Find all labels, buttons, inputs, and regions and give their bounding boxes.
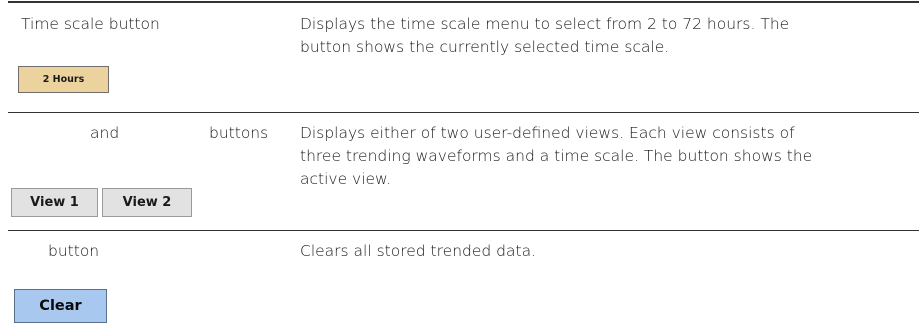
row-label: Time scale button [21,15,160,33]
view-1-button[interactable]: View 1 [11,188,98,217]
row-description: Clears all stored trended data. [300,240,536,263]
clear-button[interactable]: Clear [14,289,107,323]
row-divider [8,230,919,231]
description-line: three trending waveforms and a time scal… [300,147,813,165]
row-divider [8,112,919,113]
view-2-button[interactable]: View 2 [102,188,192,217]
row-label: button [48,242,100,260]
description-line: Displays either of two user-defined view… [300,124,795,142]
row-description: Displays either of two user-defined view… [300,122,812,191]
description-line: button shows the currently selected time… [300,38,670,56]
row-description: Displays the time scale menu to select f… [300,13,789,59]
description-line: Clears all stored trended data. [300,242,536,260]
time-scale-button[interactable]: 2 Hours [18,66,109,93]
table-top-rule [8,1,919,3]
description-line: active view. [300,170,392,188]
row-label-buttons: buttons [209,124,269,142]
row-label-and: and [90,124,120,142]
description-line: Displays the time scale menu to select f… [300,15,790,33]
